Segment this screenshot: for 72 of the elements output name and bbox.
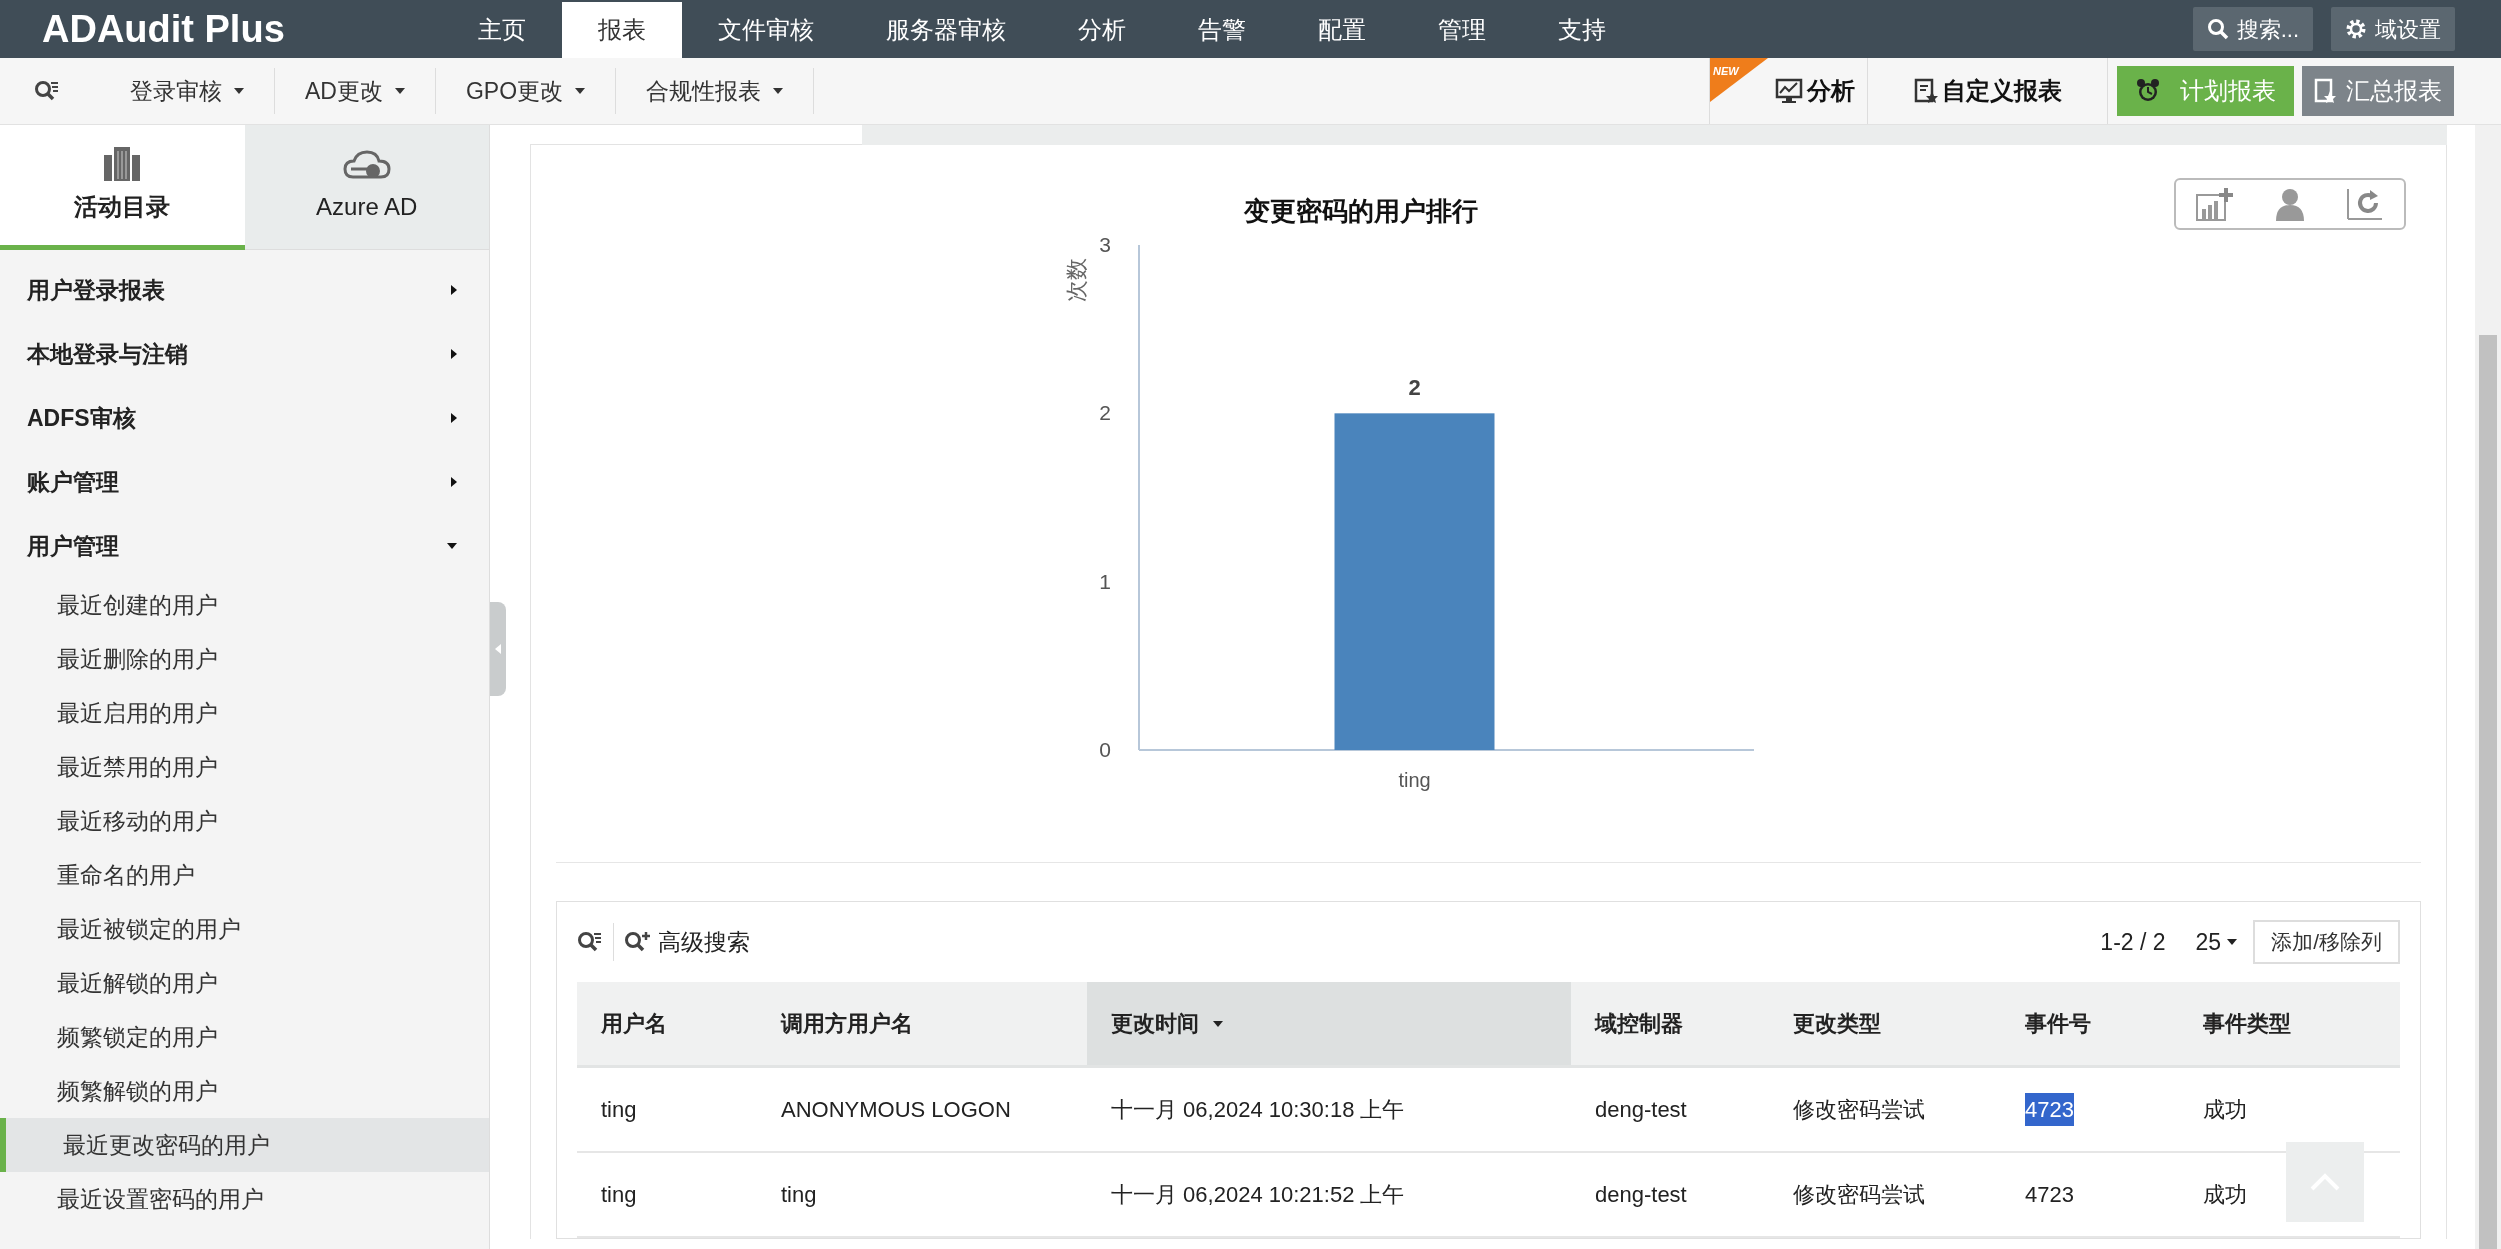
report-menu[interactable]: 登录审核 [100,68,274,114]
table-cell-text: deng-test [1595,1181,1687,1209]
column-header[interactable]: 用户名 [577,982,757,1065]
table-cell-text: ting [601,1096,637,1124]
data-label: 2 [1408,375,1421,401]
sidebar-item[interactable]: 最近被锁定的用户 [0,902,489,956]
nav-tab[interactable]: 服务器审核 [850,2,1042,58]
y-tick-label: 1 [1099,569,1111,593]
summary-report-button[interactable]: 汇总报表 [2302,66,2454,116]
new-ribbon: NEW [1710,58,1768,102]
table-cell-text: ANONYMOUS LOGON [781,1096,1011,1124]
sidebar-item[interactable]: 最近更改密码的用户 [0,1118,489,1172]
column-header[interactable]: 域控制器 [1571,982,1769,1065]
table-cell-text: 十一月 06,2024 10:21:52 上午 [1111,1181,1405,1209]
table-cell-text: 修改密码尝试 [1793,1096,1925,1124]
table-cell-text: ting [601,1181,637,1209]
sidebar-item[interactable]: 频繁锁定的用户 [0,1010,489,1064]
chart-title: 变更密码的用户排行 [1244,196,1478,226]
table-cell: 4723 [2025,1093,2074,1126]
sidebar-section[interactable]: 用户管理 [0,514,489,578]
report-menu[interactable]: AD更改 [275,68,435,114]
nav-tab[interactable]: 主页 [442,2,562,58]
sidebar-section[interactable]: ADFS审核 [0,386,489,450]
sidebar-item[interactable]: 最近创建的用户 [0,578,489,632]
table-cell-text: 修改密码尝试 [1793,1181,1925,1209]
paging-info: 1-2 / 2 [2100,927,2166,957]
table-cell-text: 成功 [2203,1096,2247,1124]
sidebar-item[interactable]: 最近禁用的用户 [0,740,489,794]
x-tick-label: ting [1398,769,1431,791]
y-axis-label: 次数 [1064,258,1089,302]
custom-report-button[interactable]: 自定义报表 [1867,58,2107,124]
y-tick-label: 3 [1099,233,1111,256]
advanced-search-button[interactable]: 高级搜索 [624,924,750,960]
sidebar-tab[interactable]: Azure AD [244,125,489,250]
nav-tab[interactable]: 分析 [1042,2,1162,58]
table-cell-text: 4723 [2025,1181,2074,1209]
sidebar-item[interactable]: 最近启用的用户 [0,686,489,740]
page-size-dropdown[interactable]: 25 [2195,924,2238,960]
nav-tab[interactable]: 告警 [1162,2,1282,58]
nav-tab[interactable]: 报表 [562,2,682,58]
report-menu[interactable]: GPO更改 [435,68,616,114]
sidebar-item[interactable]: 最近解锁的用户 [0,956,489,1010]
sidebar-item[interactable]: 最近移动的用户 [0,794,489,848]
sidebar-tab[interactable]: 活动目录 [0,125,245,250]
report-menu[interactable]: 合规性报表 [616,68,814,114]
table-cell-text: 十一月 06,2024 10:30:18 上午 [1111,1096,1405,1124]
sidebar-section[interactable]: 账户管理 [0,450,489,514]
table-cell-text: 成功 [2203,1181,2247,1209]
nav-tab[interactable]: 配置 [1282,2,1402,58]
sidebar-section[interactable]: 用户登录报表 [0,258,489,322]
table-cell-text: deng-test [1595,1096,1687,1124]
sidebar-item[interactable]: 最近设置密码的用户 [0,1172,489,1226]
sidebar-item[interactable]: 最近删除的用户 [0,632,489,686]
sidebar-item[interactable]: 频繁解锁的用户 [0,1064,489,1118]
table-cell-text: ting [781,1181,817,1209]
column-header[interactable]: 更改时间 [1087,982,1571,1065]
sidebar-item[interactable]: 重命名的用户 [0,848,489,902]
column-header[interactable]: 事件号 [2001,982,2179,1065]
columns-button[interactable]: 添加/移除列 [2253,920,2400,964]
column-header[interactable]: 调用方用户名 [757,982,1087,1065]
search-button[interactable]: 搜索... [2192,7,2313,51]
analysis-button[interactable]: 分析 [1775,73,1855,109]
nav-tab[interactable]: 支持 [1522,2,1642,58]
sidebar-section[interactable]: 本地登录与注销 [0,322,489,386]
column-header[interactable]: 事件类型 [2179,982,2369,1065]
domain-settings-button[interactable]: 域设置 [2331,7,2455,51]
y-tick-label: 0 [1099,738,1111,761]
nav-tab[interactable]: 文件审核 [682,2,850,58]
column-header[interactable]: 更改类型 [1769,982,2001,1065]
app-logo: ADAudit Plus [42,6,286,52]
y-tick-label: 2 [1099,401,1111,425]
nav-tab[interactable]: 管理 [1402,2,1522,58]
